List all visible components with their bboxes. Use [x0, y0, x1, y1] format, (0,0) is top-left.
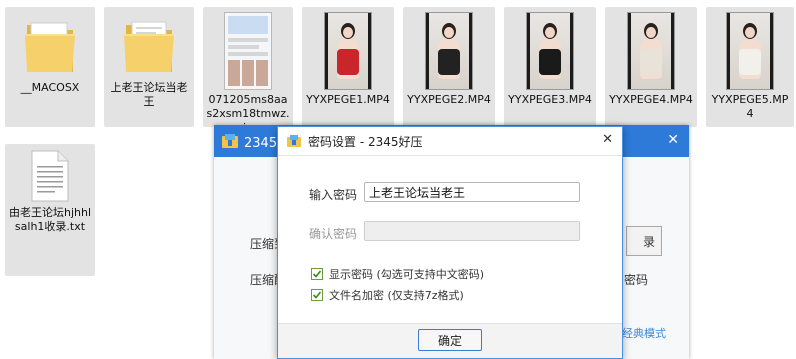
- ok-button[interactable]: 确定: [418, 329, 482, 351]
- file-item-video-3[interactable]: YYXPEGE3.MP4: [504, 7, 596, 127]
- check-icon: [312, 270, 322, 278]
- password-dialog-titlebar[interactable]: 密码设置 - 2345好压 ✕: [278, 127, 622, 156]
- close-icon[interactable]: ✕: [602, 132, 613, 147]
- file-name: __MACOSX: [20, 81, 80, 94]
- file-item-macosx[interactable]: __MACOSX: [5, 7, 95, 127]
- password-link-text[interactable]: 密码: [624, 271, 648, 288]
- text-file-icon: [30, 150, 70, 202]
- folder-icon: [122, 13, 176, 77]
- file-item-video-4[interactable]: YYXPEGE4.MP4: [605, 7, 697, 127]
- video-thumbnail: [325, 13, 371, 89]
- file-item-video-2[interactable]: YYXPEGE2.MP4: [403, 7, 495, 127]
- encrypt-filenames-checkbox[interactable]: [311, 289, 323, 301]
- file-name: YYXPEGE2.MP4: [407, 93, 491, 106]
- check-icon: [312, 291, 322, 299]
- enter-password-input[interactable]: [364, 182, 580, 202]
- file-item-image[interactable]: 071205ms8aas2xsm18tmwz.jp: [203, 7, 293, 134]
- file-item-folder[interactable]: 上老王论坛当老王: [104, 7, 194, 127]
- file-name: 上老王论坛当老王: [110, 81, 188, 108]
- enter-password-label: 输入密码: [309, 188, 358, 202]
- close-icon[interactable]: ✕: [667, 132, 679, 148]
- video-thumbnail: [527, 13, 573, 89]
- password-dialog-title: 密码设置 - 2345好压: [308, 134, 423, 149]
- classic-mode-link[interactable]: 经典模式: [622, 325, 666, 341]
- video-thumbnail: [628, 13, 674, 89]
- app-logo-icon: [287, 135, 301, 147]
- show-password-option[interactable]: 显示密码 (勾选可支持中文密码): [311, 266, 484, 282]
- app-logo-icon: [222, 134, 238, 148]
- video-thumbnail: [727, 13, 773, 89]
- folder-icon: [23, 13, 77, 77]
- file-name: YYXPEGE3.MP4: [508, 93, 592, 106]
- confirm-password-label: 确认密码: [309, 227, 358, 241]
- encrypt-filenames-label: 文件名加密 (仅支持7z格式): [329, 289, 464, 302]
- file-item-text[interactable]: 由老王论坛hjhhlsalh1收录.txt: [5, 144, 95, 276]
- file-name: 由老王论坛hjhhlsalh1收录.txt: [8, 206, 92, 233]
- image-thumbnail: [225, 13, 271, 89]
- file-name: YYXPEGE5.MP4: [711, 93, 789, 120]
- file-name: YYXPEGE4.MP4: [609, 93, 693, 106]
- file-name: YYXPEGE1.MP4: [306, 93, 390, 106]
- password-dialog: 密码设置 - 2345好压 ✕ 输入密码 确认密码 显示密码 (勾选可支持中文密…: [277, 126, 623, 359]
- show-password-label: 显示密码 (勾选可支持中文密码): [329, 268, 485, 281]
- file-item-video-5[interactable]: YYXPEGE5.MP4: [706, 7, 794, 127]
- dialog-footer: 确定: [278, 323, 622, 358]
- encrypt-filenames-option[interactable]: 文件名加密 (仅支持7z格式): [311, 287, 464, 303]
- video-thumbnail: [426, 13, 472, 89]
- browse-button[interactable]: 录: [626, 226, 662, 256]
- file-item-video-1[interactable]: YYXPEGE1.MP4: [302, 7, 394, 127]
- confirm-password-input: [364, 221, 580, 241]
- show-password-checkbox[interactable]: [311, 268, 323, 280]
